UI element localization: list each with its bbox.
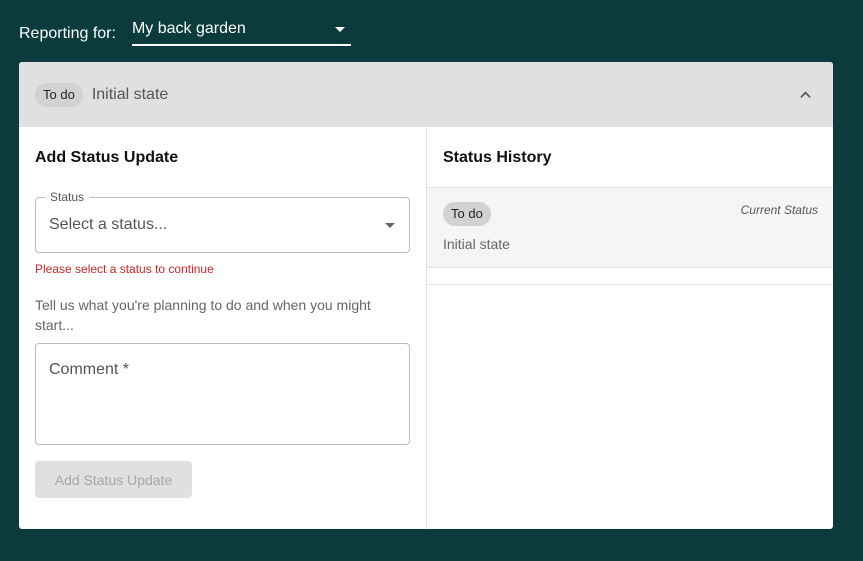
history-state: Initial state (443, 236, 510, 252)
site-select[interactable]: My back garden (131, 18, 351, 46)
reporting-bar: Reporting for: My back garden (19, 18, 351, 46)
current-status-label: Current Status (740, 203, 818, 217)
caret-down-icon (385, 222, 395, 228)
header-state: Initial state (91, 85, 169, 103)
comment-field[interactable]: Comment * (35, 343, 410, 445)
status-select[interactable]: Status Select a status... (35, 190, 410, 253)
card-header[interactable]: To do Initial state (19, 62, 833, 127)
status-chip: To do (35, 82, 83, 107)
caret-down-icon (334, 26, 345, 32)
add-status-panel: Add Status Update Status Select a status… (19, 127, 427, 529)
add-status-title: Add Status Update (35, 149, 179, 166)
status-history-title: Status History (427, 127, 833, 188)
reporting-label: Reporting for: (19, 24, 116, 42)
status-error: Please select a status to continue (35, 262, 214, 276)
site-select-value: My back garden (131, 20, 246, 37)
add-status-update-button[interactable]: Add Status Update (35, 461, 192, 498)
chevron-up-icon[interactable] (800, 89, 811, 100)
history-status-chip: To do (443, 202, 491, 226)
status-history-panel: Status History To do Current Status Init… (427, 127, 833, 529)
status-placeholder: Select a status... (49, 216, 168, 233)
panels: Add Status Update Status Select a status… (19, 127, 833, 529)
status-history-title-text: Status History (443, 149, 552, 166)
status-legend: Status (45, 190, 90, 204)
comment-helper: Tell us what you're planning to do and w… (35, 297, 371, 333)
history-divider (427, 268, 833, 285)
comment-placeholder: Comment * (49, 361, 130, 378)
status-card: To do Initial state Add Status Update St… (19, 62, 833, 529)
history-item: To do Current Status Initial state (427, 188, 833, 268)
